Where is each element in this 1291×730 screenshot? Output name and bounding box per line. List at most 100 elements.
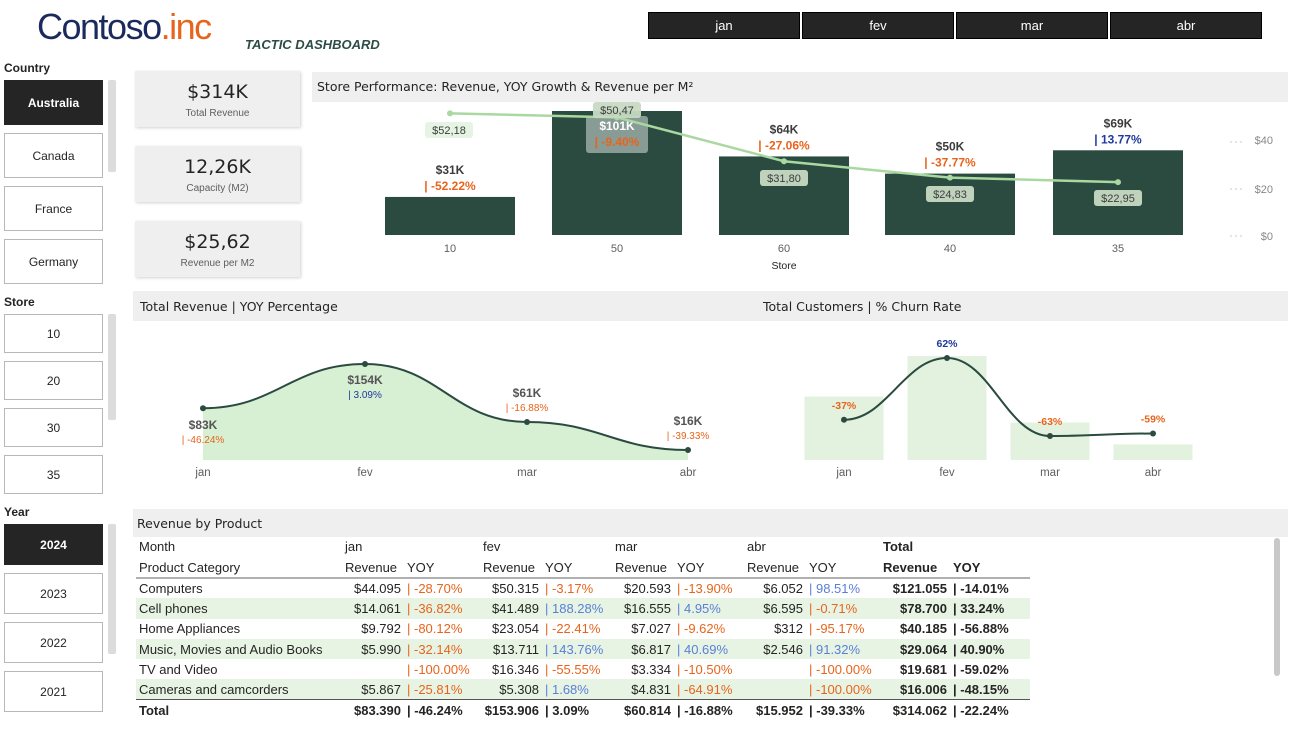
table-cell: abr	[747, 539, 766, 554]
year-option-2023[interactable]: 2023	[4, 573, 103, 614]
store-slicer-scrollbar[interactable]	[108, 314, 116, 420]
table-cell: $50.315	[492, 581, 539, 597]
year-option-2022[interactable]: 2022	[4, 622, 103, 663]
table-cell: $4.831	[612, 679, 674, 700]
table-cell: $16.555	[612, 598, 674, 619]
table-cell: | -13.90%	[677, 581, 733, 597]
table-cell: $44.095	[354, 581, 401, 597]
store-option-20[interactable]: 20	[4, 361, 103, 400]
revenue-point	[362, 361, 368, 367]
kpi-caption: Capacity (M2)	[186, 183, 249, 194]
table-cell: | 40.69%	[674, 638, 744, 660]
store-tick-label: 35	[1112, 243, 1124, 255]
table-cell: | 91.32%	[806, 638, 880, 660]
table-cell: jan	[345, 539, 363, 554]
table-cell: | -46.24%	[404, 699, 480, 721]
revenue-value-label: $154K	[347, 373, 383, 387]
kpi-caption: Revenue per M2	[180, 258, 255, 269]
table-cell: YOY	[674, 557, 744, 579]
table-cell: $83.390	[342, 699, 404, 721]
store-chart-title: Store Performance: Revenue, YOY Growth &…	[317, 79, 694, 94]
table-cell: | -100.00%	[407, 661, 470, 677]
year-option-2024[interactable]: 2024	[4, 524, 103, 565]
table-cell: $5.308	[480, 679, 542, 700]
month-button-jan[interactable]: jan	[648, 12, 800, 39]
kpi-caption: Total Revenue	[185, 108, 250, 119]
y2-tick-label: $40	[1255, 135, 1273, 147]
table-cell: $6.817	[612, 638, 674, 660]
churn-rate-line	[843, 356, 1154, 438]
kpi-value: $25,62	[184, 231, 251, 253]
country-slicer-scrollbar[interactable]	[108, 80, 116, 172]
table-cell: | -80.12%	[407, 621, 463, 637]
year-option-2021[interactable]: 2021	[4, 671, 103, 712]
store-option-35[interactable]: 35	[4, 455, 103, 494]
contoso-logo: Contoso.inc	[37, 6, 212, 47]
revenue-per-m2-label: $52,18	[432, 125, 466, 137]
year-slicer-scrollbar[interactable]	[108, 524, 116, 654]
country-option-australia[interactable]: Australia	[4, 80, 103, 125]
store-option-10[interactable]: 10	[4, 314, 103, 353]
table-cell: Total	[136, 699, 342, 721]
table-cell: | -3.17%	[545, 581, 594, 597]
dashboard-title: TACTIC DASHBOARD	[245, 37, 380, 52]
month-tick-label: jan	[194, 467, 210, 479]
table-cell: | -39.33%	[806, 699, 880, 721]
table-cell: $14.061	[342, 598, 404, 619]
table-cell: | 33.24%	[950, 598, 1030, 619]
table-cell: mar	[615, 539, 638, 554]
table-cell: TV and Video	[139, 661, 218, 677]
table-cell: | -36.82%	[404, 598, 480, 619]
table-cell: $5.990	[342, 638, 404, 660]
kpi-total-revenue: $314K Total Revenue	[135, 71, 300, 127]
table-cell: | 1.68%	[542, 679, 612, 700]
revenue-point	[685, 447, 691, 454]
table-cell: $5.867	[342, 679, 404, 700]
store-yoy-label: | 13.77%	[1094, 132, 1142, 146]
revenue-per-m2-point	[781, 158, 787, 165]
table-cell: $7.027	[631, 621, 671, 637]
table-row: Cameras and camcorders $5.867 | -25.81% $5.…	[136, 679, 1030, 700]
revenue-per-m2-point	[447, 110, 453, 117]
month-button-fev[interactable]: fev	[802, 12, 954, 39]
churn-rate-label: -37%	[832, 400, 857, 412]
revenue-yoy-label: | 3.09%	[348, 390, 382, 401]
revenue-point	[200, 405, 206, 412]
table-cell: $121.055	[892, 581, 947, 597]
country-option-france[interactable]: France	[4, 186, 103, 231]
country-option-canada[interactable]: Canada	[4, 133, 103, 178]
table-cell: | -55.55%	[545, 661, 601, 677]
table-row: TV and Video | -100.00% $16.346 | -55.55% $3…	[136, 659, 1030, 679]
store-tick-label: 10	[444, 243, 456, 255]
table-cell: Music, Movies and Audio Books	[136, 638, 342, 660]
month-button-abr[interactable]: abr	[1110, 12, 1262, 39]
store-tick-label: 60	[778, 243, 790, 255]
table-cell	[404, 536, 480, 557]
table-cell	[950, 536, 1030, 557]
churn-rate-point	[1150, 430, 1156, 437]
table-cell: Revenue	[744, 557, 806, 579]
table-cell: | -9.62%	[677, 621, 726, 637]
churn-rate-label: -59%	[1141, 414, 1166, 426]
table-cell: $15.952	[744, 699, 806, 721]
table-cell: $16.006	[880, 679, 950, 700]
store-option-30[interactable]: 30	[4, 408, 103, 447]
store-tick-label: 40	[944, 243, 956, 255]
month-button-mar[interactable]: mar	[956, 12, 1108, 39]
table-cell: | 3.09%	[542, 699, 612, 721]
month-tick-label: abr	[680, 467, 697, 479]
table-cell: $19.681	[900, 661, 947, 677]
revenue-per-m2-label: $22,95	[1101, 193, 1135, 205]
customers-bar-abr	[1113, 444, 1193, 460]
country-option-germany[interactable]: Germany	[4, 239, 103, 284]
table-cell: Revenue	[612, 557, 674, 579]
month-tick-label: abr	[1145, 467, 1162, 479]
revenue-yoy-label: | -46.24%	[182, 435, 225, 446]
kpi-revenue-per-m2: $25,62 Revenue per M2	[135, 221, 300, 277]
table-total-row: Total $83.390 | -46.24% $153.906 | 3.09% $60.…	[136, 699, 1030, 721]
store-performance-chart: 10$31K| -52.22%50$101K| -9.40%60$64K| -2…	[385, 102, 1273, 272]
table-row: Music, Movies and Audio Books $5.990 | -32…	[136, 638, 1030, 660]
revenue-per-m2-point	[1115, 179, 1121, 186]
table-scrollbar[interactable]	[1274, 538, 1280, 676]
table-cell: $312	[774, 621, 803, 637]
